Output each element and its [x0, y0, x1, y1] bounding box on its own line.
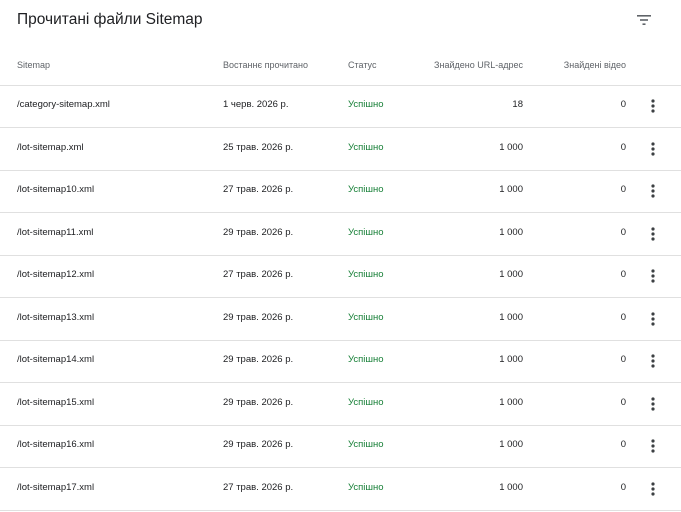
row-more-button[interactable]: [646, 351, 660, 371]
column-header-videos-found[interactable]: Знайдені відео: [564, 60, 626, 70]
table-row[interactable]: /lot-sitemap10.xml 27 трав. 2026 р. Успі…: [0, 171, 681, 213]
row-more-button[interactable]: [646, 224, 660, 244]
table-row[interactable]: /lot-sitemap14.xml 29 трав. 2026 р. Успі…: [0, 341, 681, 383]
sitemap-url: /lot-sitemap13.xml: [17, 311, 95, 323]
more-vert-icon: [651, 184, 655, 198]
more-vert-icon: [651, 396, 655, 411]
column-header-last-read[interactable]: Востаннє прочитано: [223, 60, 308, 70]
sitemap-url: /lot-sitemap.xml: [17, 141, 84, 153]
last-read-date: 1 черв. 2026 р.: [223, 99, 289, 110]
status-text: Успішно: [348, 141, 384, 153]
status-text: Успішно: [348, 269, 384, 280]
column-header-status[interactable]: Статус: [348, 60, 376, 70]
more-vert-icon: [651, 481, 655, 496]
row-more-button[interactable]: [646, 139, 660, 159]
sitemap-url: /category-sitemap.xml: [17, 99, 110, 110]
filter-button[interactable]: [630, 8, 658, 32]
last-read-date: 29 трав. 2026 р.: [223, 226, 294, 238]
more-vert-icon: [651, 439, 655, 453]
status-text: Успішно: [348, 354, 384, 365]
row-more-button[interactable]: [646, 266, 660, 286]
more-vert-icon: [651, 99, 655, 113]
more-vert-icon: [651, 269, 655, 283]
row-more-button[interactable]: [646, 309, 660, 329]
last-read-date: 29 трав. 2026 р.: [223, 439, 294, 450]
status-text: Успішно: [348, 481, 384, 493]
status-text: Успішно: [348, 184, 384, 195]
status-text: Успішно: [348, 99, 384, 110]
sitemap-url: /lot-sitemap11.xml: [17, 226, 94, 238]
sitemap-url: /lot-sitemap14.xml: [17, 354, 95, 365]
table-row[interactable]: /lot-sitemap15.xml 29 трав. 2026 р. Успі…: [0, 384, 681, 426]
videos-found-count: 0: [620, 481, 626, 493]
status-text: Успішно: [348, 311, 384, 323]
sitemap-url: /lot-sitemap16.xml: [17, 439, 95, 450]
last-read-date: 27 трав. 2026 р.: [223, 481, 294, 493]
card-header: Прочитані файли Sitemap: [0, 0, 681, 44]
last-read-date: 29 трав. 2026 р.: [223, 396, 294, 408]
videos-found-count: 0: [620, 99, 626, 110]
table-row[interactable]: /lot-sitemap13.xml 29 трав. 2026 р. Успі…: [0, 299, 681, 341]
urls-found-count: 1 000: [499, 396, 523, 408]
last-read-date: 29 трав. 2026 р.: [223, 311, 294, 323]
videos-found-count: 0: [620, 354, 626, 365]
row-more-button[interactable]: [646, 479, 660, 499]
row-more-button[interactable]: [646, 181, 660, 201]
urls-found-count: 1 000: [499, 226, 523, 238]
more-vert-icon: [651, 141, 655, 156]
row-more-button[interactable]: [646, 394, 660, 414]
table-row[interactable]: /lot-sitemap11.xml 29 трав. 2026 р. Успі…: [0, 214, 681, 256]
urls-found-count: 1 000: [499, 354, 523, 365]
videos-found-count: 0: [620, 269, 626, 280]
urls-found-count: 18: [512, 99, 523, 110]
videos-found-count: 0: [620, 396, 626, 408]
more-vert-icon: [651, 354, 655, 368]
sitemap-url: /lot-sitemap15.xml: [17, 396, 95, 408]
last-read-date: 29 трав. 2026 р.: [223, 354, 294, 365]
videos-found-count: 0: [620, 226, 626, 238]
last-read-date: 25 трав. 2026 р.: [223, 141, 294, 153]
sitemap-url: /lot-sitemap10.xml: [17, 184, 95, 195]
urls-found-count: 1 000: [499, 311, 523, 323]
sitemap-url: /lot-sitemap12.xml: [17, 269, 95, 280]
table-row[interactable]: /category-sitemap.xml 1 черв. 2026 р. Ус…: [0, 86, 681, 128]
videos-found-count: 0: [620, 311, 626, 323]
row-more-button[interactable]: [646, 436, 660, 456]
videos-found-count: 0: [620, 184, 626, 195]
status-text: Успішно: [348, 396, 384, 408]
table-row[interactable]: /lot-sitemap16.xml 29 трав. 2026 р. Успі…: [0, 426, 681, 468]
status-text: Успішно: [348, 439, 384, 450]
status-text: Успішно: [348, 226, 384, 238]
sitemap-url: /lot-sitemap17.xml: [17, 481, 95, 493]
urls-found-count: 1 000: [499, 439, 523, 450]
column-header-urls-found[interactable]: Знайдено URL-адрес: [434, 60, 523, 70]
videos-found-count: 0: [620, 439, 626, 450]
urls-found-count: 1 000: [499, 184, 523, 195]
urls-found-count: 1 000: [499, 481, 523, 493]
table-row[interactable]: /lot-sitemap12.xml 27 трав. 2026 р. Успі…: [0, 256, 681, 298]
last-read-date: 27 трав. 2026 р.: [223, 269, 294, 280]
urls-found-count: 1 000: [499, 141, 523, 153]
row-more-button[interactable]: [646, 96, 660, 116]
videos-found-count: 0: [620, 141, 626, 153]
table-row[interactable]: /lot-sitemap17.xml 27 трав. 2026 р. Успі…: [0, 469, 681, 511]
filter-list-icon: [637, 15, 651, 25]
more-vert-icon: [651, 226, 655, 241]
more-vert-icon: [651, 311, 655, 326]
column-header-sitemap[interactable]: Sitemap: [17, 60, 50, 70]
urls-found-count: 1 000: [499, 269, 523, 280]
page-title: Прочитані файли Sitemap: [17, 11, 203, 28]
last-read-date: 27 трав. 2026 р.: [223, 184, 294, 195]
table-row[interactable]: /lot-sitemap.xml 25 трав. 2026 р. Успішн…: [0, 129, 681, 171]
